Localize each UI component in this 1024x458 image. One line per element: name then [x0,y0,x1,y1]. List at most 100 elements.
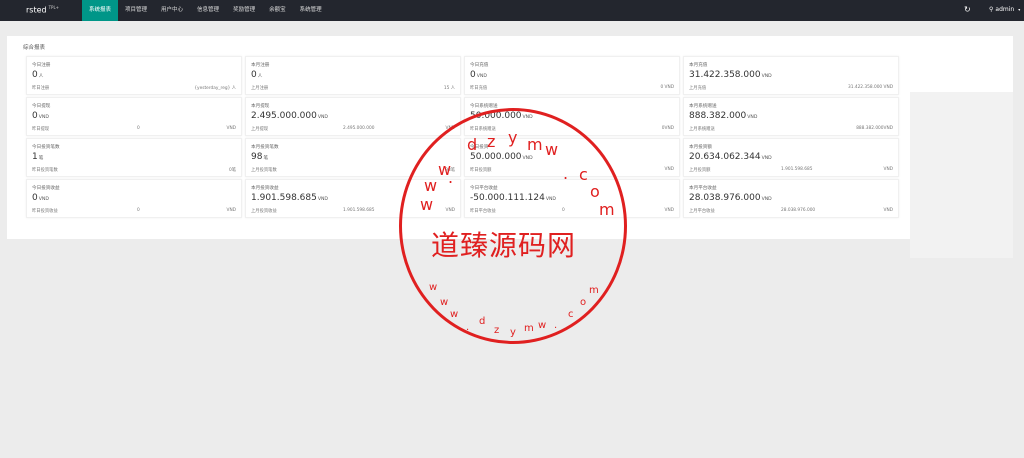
stat-compare-value: 0 [137,208,140,213]
stat-card: 今日提现 0VND 昨日提现 0 VND [26,97,242,136]
stat-compare-value: 0 [137,126,140,131]
watermark-letter: w [545,140,559,159]
watermark-letter: d [479,316,486,327]
stat-card: 本月平台收益 28.038.976.000VND 上月平台收益 28.038.976.… [683,179,899,218]
watermark-letter: . [448,168,454,187]
brand-version: TPL+ [48,5,60,10]
stat-compare-label: 上月投资收益 [251,209,277,214]
watermark-letter: d [467,135,478,154]
watermark-letter: w [420,195,434,214]
stat-value-unit: 人 [257,74,263,79]
stat-compare-unit: VND [226,126,236,131]
stat-label: 本月平台收益 [689,186,717,191]
watermark-title: 道臻源码网 [431,229,577,262]
stat-label: 本月投资额 [689,145,712,150]
stat-value-unit: VND [317,115,328,120]
watermark-letter: y [510,327,516,338]
stat-value: 2.495.000.000VND [251,111,328,121]
stat-value: 28.038.976.000VND [689,193,772,203]
watermark-letter: . [554,320,558,331]
nav-item-users[interactable]: 用户中心 [154,0,190,21]
nav-item-balance[interactable]: 余额宝 [262,0,293,21]
stat-value-number: 28.038.976.000 [689,193,761,203]
nav-item-rewards[interactable]: 奖励管理 [226,0,262,21]
stat-compare-unit: 0笔 [228,168,236,173]
stat-compare-label: 昨日充值 [470,86,488,91]
nav-item-reports[interactable]: 系统报表 [82,0,119,21]
refresh-icon[interactable]: ↻ [964,5,971,15]
nav-item-system[interactable]: 系统管理 [293,0,329,21]
main-nav: 系统报表 项目管理 用户中心 信息管理 奖励管理 余额宝 系统管理 [82,0,329,21]
stat-compare-label: 昨日提现 [32,127,50,132]
stat-label: 今日投资收益 [32,186,60,191]
stat-compare-unit: VND [883,208,893,213]
watermark-letter: o [580,297,587,308]
stat-label: 今日注册 [32,63,51,68]
stat-value-unit: VND [761,197,772,202]
stat-label: 今日系统赠送 [470,104,498,109]
stat-value-number: 0 [251,70,257,80]
stat-value: 0人 [32,70,43,80]
watermark-letter: m [599,200,615,219]
stat-value-number: 2.495.000.000 [251,111,317,121]
stat-value-number: 31.422.358.000 [689,70,761,80]
stat-value: 0VND [32,111,49,121]
watermark-letter: . [563,164,569,183]
panel-title: 综合报表 [23,45,46,51]
stat-compare-value: 1.901.598.685 [343,208,375,213]
stat-label: 本月投资收益 [251,186,279,191]
stat-value: 1.901.598.685VND [251,193,328,203]
stat-value: 888.382.000VND [689,111,757,121]
stat-compare-unit: 0 VND [660,85,674,90]
stat-card: 本月系统赠送 888.382.000VND 上月系统赠送 888.382.000VND [683,97,899,136]
user-menu[interactable]: ⚲ admin ▾ [989,6,1020,13]
watermark-letter: m [524,323,534,334]
stat-compare-label: 上月充值 [689,86,707,91]
stat-value: 31.422.358.000VND [689,70,772,80]
stat-compare-value: 28.038.976.000 [781,208,816,213]
stat-value-number: 1 [32,152,38,162]
nav-item-projects[interactable]: 项目管理 [118,0,154,21]
stat-label: 今日投资笔数 [32,145,60,150]
watermark-letter: c [568,309,574,320]
stat-value-number: 98 [251,152,263,162]
stat-card: 本月投资额 20.634.062.344VND 上月投资额 1.901.598.685… [683,138,899,177]
stat-compare-unit: VND [883,167,893,172]
stat-value: 0人 [251,70,262,80]
stat-value: 1笔 [32,152,43,162]
stat-value-number: 0 [32,193,38,203]
stat-compare-label: 上月提现 [251,127,269,132]
stat-value-unit: VND [761,74,772,79]
stat-compare-label: 上月注册 [251,86,269,91]
stat-compare-unit: VND [226,208,236,213]
stat-label: 本月充值 [689,63,708,68]
stat-label: 本月提现 [251,104,270,109]
stat-value-unit: 笔 [263,156,269,161]
watermark-letter: w [450,309,459,320]
stat-value: 0VND [32,193,49,203]
stat-card: 今日投资收益 0VND 昨日投资收益 0 VND [26,179,242,218]
nav-item-info[interactable]: 信息管理 [190,0,226,21]
stat-value-number: 1.901.598.685 [251,193,317,203]
stat-value-number: 888.382.000 [689,111,747,121]
stat-value-unit: VND [476,74,487,79]
watermark-letter: m [527,135,543,154]
stat-card: 今日注册 0人 昨日注册 {yesterday_reg} 人 [26,56,242,95]
stat-compare-label: 上月平台收益 [689,209,715,214]
stat-compare-label: 上月投资额 [689,168,711,173]
stat-compare-value: 2.495.000.000 [343,126,375,131]
stat-value-number: 0 [470,70,476,80]
stat-card: 本月充值 31.422.358.000VND 上月充值 31.422.358.000 … [683,56,899,95]
stat-value-number: 20.634.062.344 [689,152,761,162]
watermark-letter: w [429,282,438,293]
watermark-letter: . [466,322,470,333]
user-icon: ⚲ [989,6,994,13]
stat-compare-unit: VND [664,167,674,172]
stat-card: 本月注册 0人 上月注册 15 人 [245,56,461,95]
stat-compare-unit: 31.422.358.000 VND [848,85,893,90]
stat-card: 今日投资笔数 1笔 昨日投资笔数 0笔 [26,138,242,177]
watermark-letter: o [590,182,600,201]
brand-logo[interactable]: rsted TPL+ [26,5,59,15]
stat-value: 98笔 [251,152,268,162]
stat-value-number: 0 [32,111,38,121]
